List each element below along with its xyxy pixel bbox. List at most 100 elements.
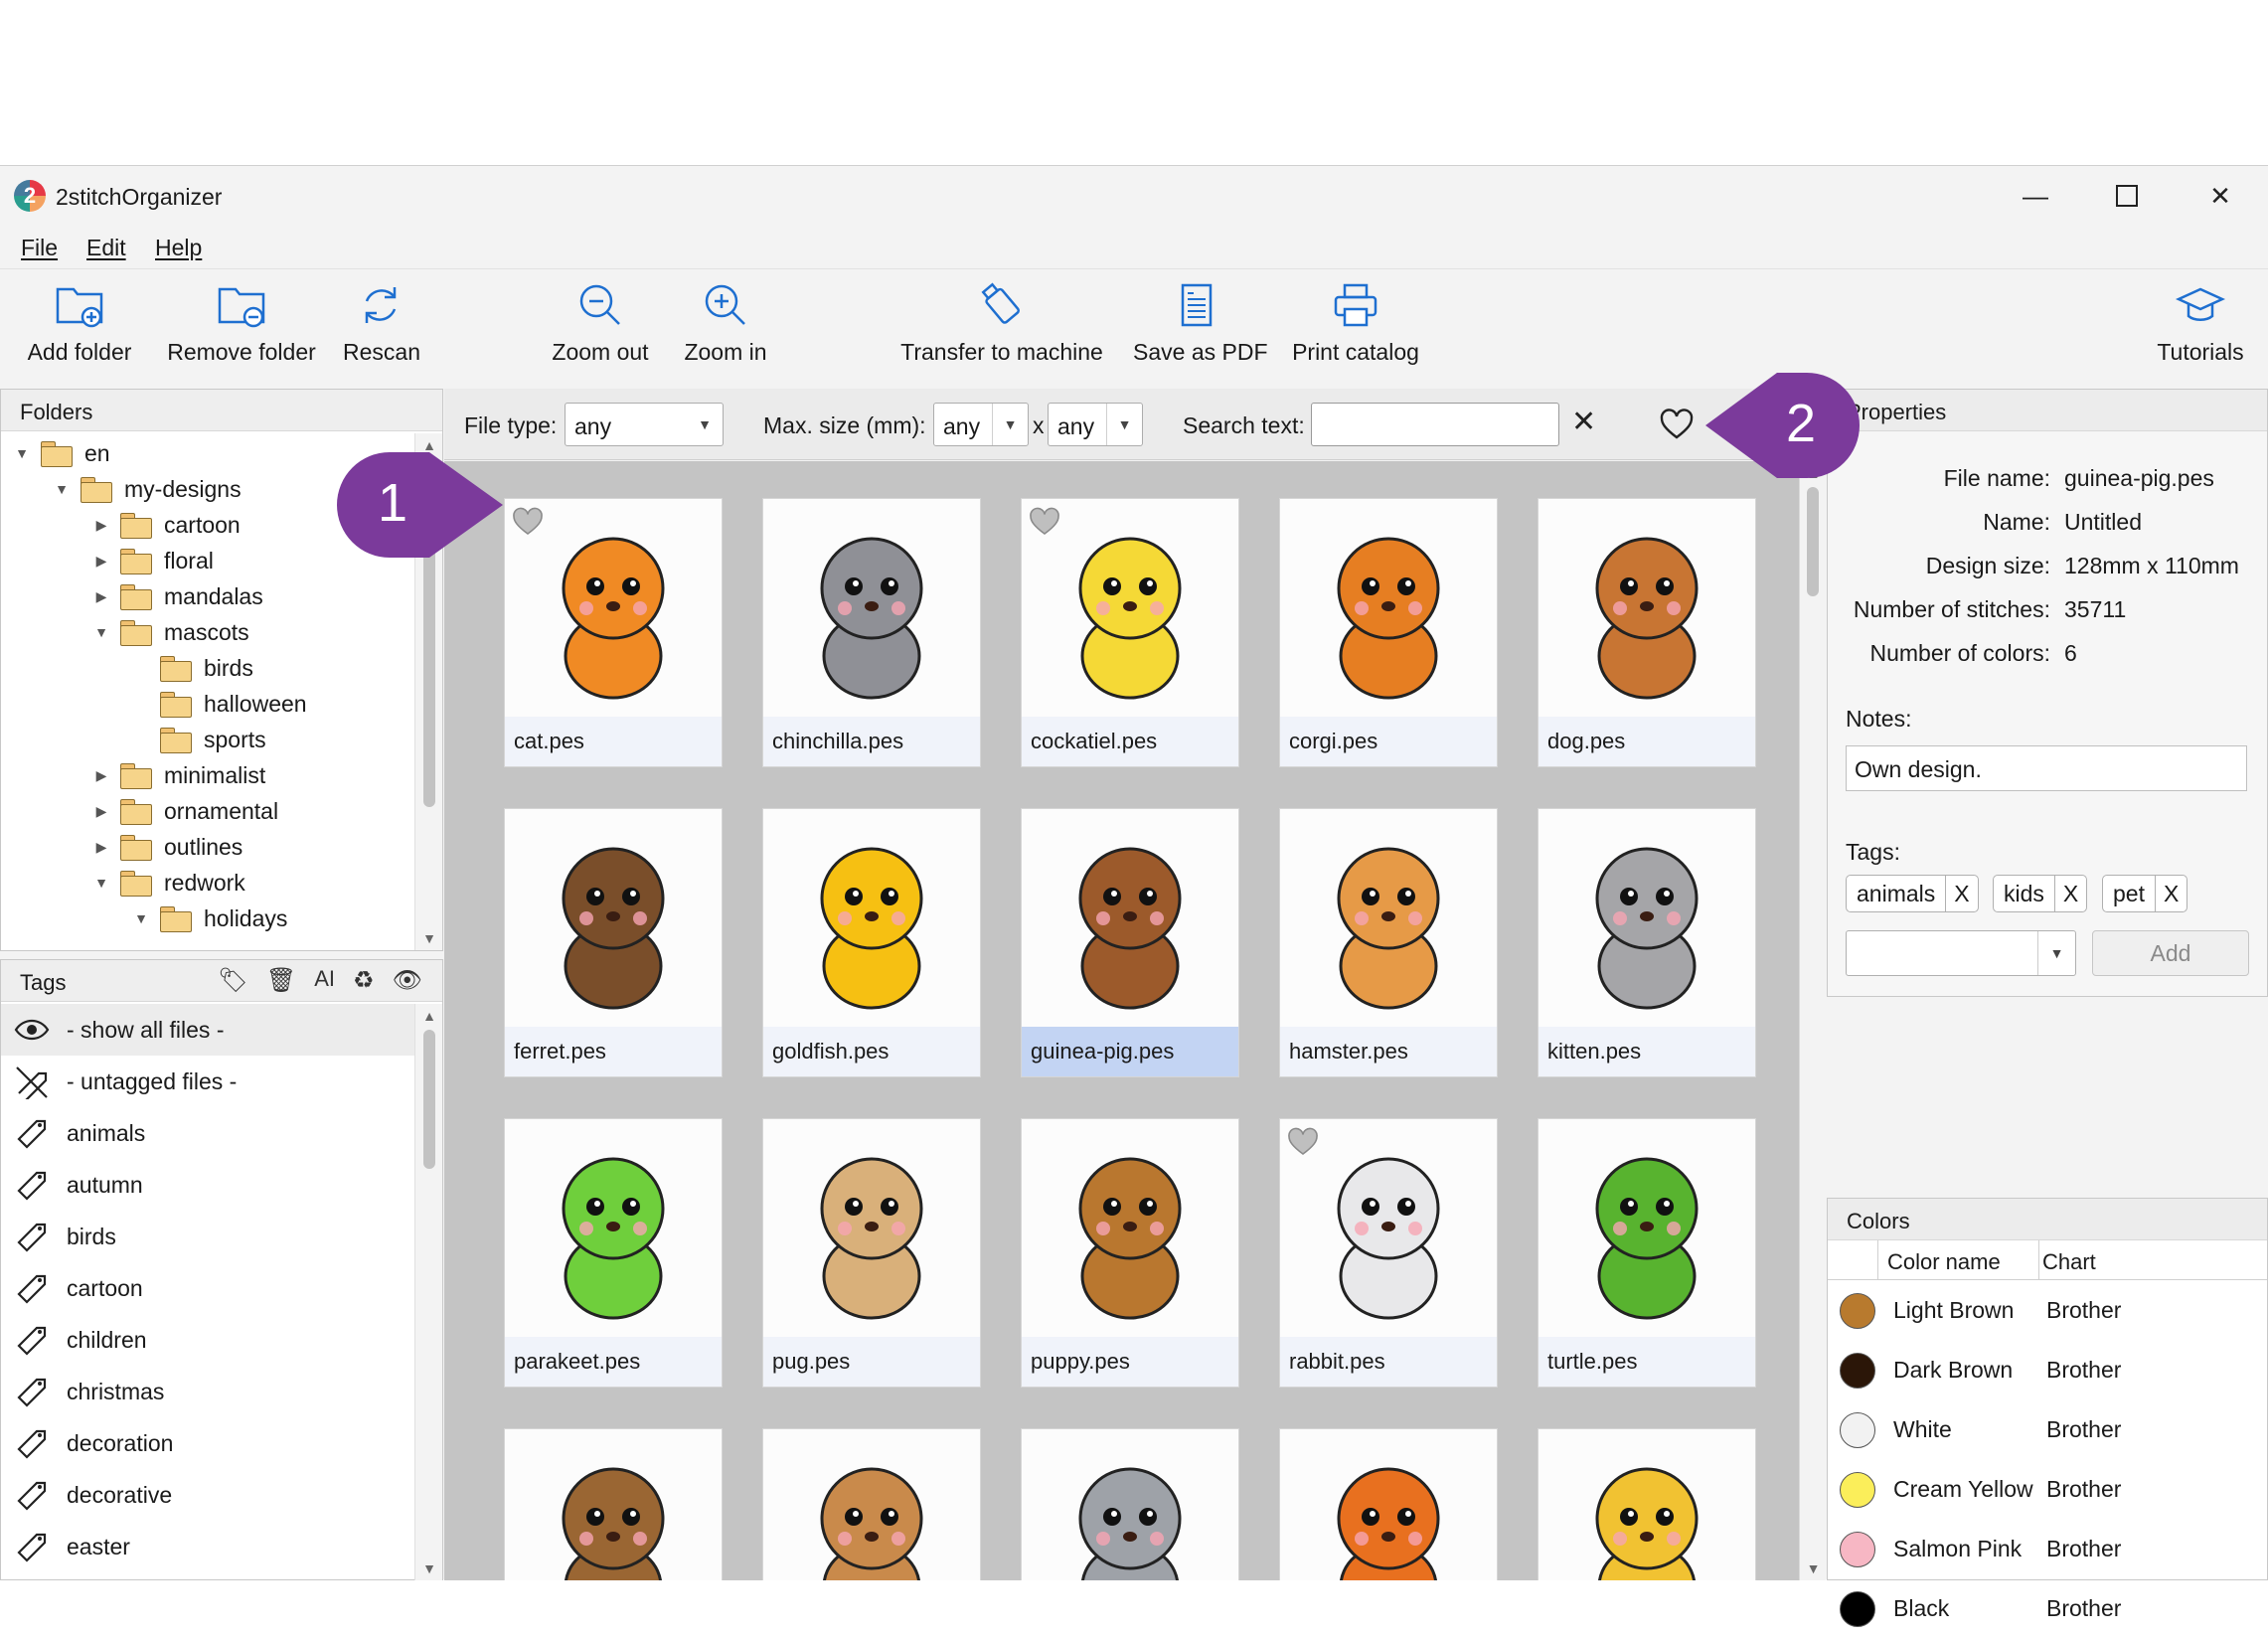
rename-tag-icon[interactable]: AI	[314, 966, 335, 995]
tag-item[interactable]: christmas	[1, 1366, 414, 1417]
tag-item[interactable]: animals	[1, 1107, 414, 1159]
add-tag-select[interactable]: ▼	[1846, 930, 2076, 976]
design-card[interactable]: kitten.pes	[1538, 808, 1756, 1077]
recycle-icon[interactable]: ♻	[353, 966, 375, 995]
zoom-out-button[interactable]: Zoom out	[547, 279, 654, 366]
expanded-arrow-icon[interactable]: ▼	[92, 624, 110, 640]
design-card[interactable]: dog.pes	[1538, 498, 1756, 767]
menu-edit[interactable]: Edit	[86, 235, 126, 261]
design-grid-scrollbar[interactable]: ▲ ▼	[1799, 461, 1826, 1580]
notes-field[interactable]: Own design.	[1846, 745, 2247, 791]
expanded-arrow-icon[interactable]: ▼	[53, 481, 71, 497]
rescan-button[interactable]: Rescan	[343, 279, 420, 366]
design-card[interactable]: turtle.pes	[1538, 1118, 1756, 1388]
scroll-thumb[interactable]	[1807, 487, 1819, 596]
tag-item[interactable]: birds	[1, 1211, 414, 1262]
max-height-select[interactable]: any ▼	[1048, 403, 1143, 446]
color-row[interactable]: Black Brother	[1828, 1578, 2267, 1638]
maximize-button[interactable]	[2097, 176, 2157, 216]
tutorials-button[interactable]: Tutorials	[2153, 279, 2248, 366]
design-card[interactable]: rabbit.pes	[1279, 1118, 1498, 1388]
design-card[interactable]: guinea-pig.pes	[1021, 808, 1239, 1077]
remove-tag-button[interactable]: X	[1945, 876, 1977, 911]
zoom-in-button[interactable]: Zoom in	[680, 279, 771, 366]
scroll-down-arrow[interactable]: ▼	[415, 930, 443, 946]
folder-tree-item[interactable]: ▼ mascots	[92, 614, 249, 650]
tag-item[interactable]: easter	[1, 1521, 414, 1572]
favorite-heart-icon[interactable]	[1286, 1125, 1320, 1157]
color-row[interactable]: Salmon Pink Brother	[1828, 1519, 2267, 1578]
remove-tag-button[interactable]: X	[2154, 876, 2187, 911]
delete-tag-icon[interactable]: 🗑	[266, 966, 296, 995]
design-card[interactable]	[504, 1428, 723, 1580]
scroll-thumb[interactable]	[423, 1030, 435, 1169]
tag-list-scrollbar[interactable]: ▲ ▼	[414, 1004, 442, 1580]
folder-tree-item[interactable]: halloween	[132, 686, 307, 722]
color-name-column-header[interactable]: Color name	[1887, 1249, 2001, 1275]
design-card[interactable]: cockatiel.pes	[1021, 498, 1239, 767]
collapsed-arrow-icon[interactable]: ▶	[92, 553, 110, 570]
tag-item[interactable]: decorative	[1, 1469, 414, 1521]
folder-tree-item[interactable]: ▶ ornamental	[92, 793, 278, 829]
tag-item[interactable]: children	[1, 1314, 414, 1366]
color-row[interactable]: Cream Yellow Brother	[1828, 1459, 2267, 1519]
remove-tag-button[interactable]: X	[2053, 876, 2086, 911]
design-card[interactable]: hamster.pes	[1279, 808, 1498, 1077]
tag-item[interactable]: cartoon	[1, 1262, 414, 1314]
design-card[interactable]: goldfish.pes	[762, 808, 981, 1077]
max-width-select[interactable]: any ▼	[933, 403, 1029, 446]
expanded-arrow-icon[interactable]: ▼	[92, 875, 110, 891]
design-card[interactable]: pug.pes	[762, 1118, 981, 1388]
tag-item[interactable]: autumn	[1, 1159, 414, 1211]
design-card[interactable]	[1021, 1428, 1239, 1580]
add-folder-button[interactable]: Add folder	[22, 279, 137, 366]
folder-tree-item[interactable]: ▶ mandalas	[92, 578, 263, 614]
folder-tree-item[interactable]: ▶ floral	[92, 543, 214, 578]
search-input[interactable]	[1311, 403, 1559, 446]
collapsed-arrow-icon[interactable]: ▶	[92, 839, 110, 856]
collapsed-arrow-icon[interactable]: ▶	[92, 588, 110, 605]
scroll-down-arrow[interactable]: ▼	[415, 1560, 443, 1576]
print-catalog-button[interactable]: Print catalog	[1288, 279, 1423, 366]
tag-untagged[interactable]: - untagged files -	[1, 1056, 414, 1107]
add-tag-button[interactable]: Add	[2092, 930, 2249, 976]
expanded-arrow-icon[interactable]: ▼	[132, 910, 150, 926]
design-card[interactable]	[1279, 1428, 1498, 1580]
design-card[interactable]	[1538, 1428, 1756, 1580]
menu-help[interactable]: Help	[155, 235, 202, 261]
eye-icon[interactable]: 👁	[393, 966, 422, 995]
save-as-pdf-button[interactable]: Save as PDF	[1133, 279, 1268, 366]
remove-folder-button[interactable]: Remove folder	[162, 279, 321, 366]
folder-tree-item[interactable]: birds	[132, 650, 253, 686]
minimize-button[interactable]: —	[2006, 176, 2065, 216]
favorites-filter-heart-icon[interactable]	[1659, 407, 1695, 442]
favorite-heart-icon[interactable]	[511, 505, 545, 537]
chart-column-header[interactable]: Chart	[2042, 1249, 2096, 1275]
collapsed-arrow-icon[interactable]: ▶	[92, 517, 110, 534]
collapsed-arrow-icon[interactable]: ▶	[92, 767, 110, 784]
folder-tree-item[interactable]: ▼ my-designs	[53, 471, 242, 507]
folder-tree-item[interactable]: ▼ redwork	[92, 865, 245, 901]
design-card[interactable]: puppy.pes	[1021, 1118, 1239, 1388]
scroll-down-arrow[interactable]: ▼	[1800, 1560, 1827, 1576]
folder-tree-item[interactable]: ▼ holidays	[132, 901, 287, 936]
folder-tree-item[interactable]: ▼ en	[13, 435, 110, 471]
scroll-up-arrow[interactable]: ▲	[415, 1008, 443, 1024]
design-card[interactable]: corgi.pes	[1279, 498, 1498, 767]
tag-item[interactable]: decoration	[1, 1417, 414, 1469]
expanded-arrow-icon[interactable]: ▼	[13, 445, 31, 461]
design-card[interactable]: chinchilla.pes	[762, 498, 981, 767]
color-row[interactable]: Dark Brown Brother	[1828, 1340, 2267, 1399]
clear-search-icon[interactable]: ✕	[1571, 405, 1596, 439]
design-card[interactable]: parakeet.pes	[504, 1118, 723, 1388]
folder-tree-item[interactable]: sports	[132, 722, 266, 757]
transfer-to-machine-button[interactable]: Transfer to machine	[897, 279, 1106, 366]
close-button[interactable]: ✕	[2190, 176, 2250, 216]
folder-tree-item[interactable]: ▶ outlines	[92, 829, 243, 865]
design-card[interactable]: ferret.pes	[504, 808, 723, 1077]
design-card[interactable]	[762, 1428, 981, 1580]
design-card[interactable]: cat.pes	[504, 498, 723, 767]
new-tag-icon[interactable]: 🏷	[218, 966, 247, 995]
folder-tree-item[interactable]: ▶ minimalist	[92, 757, 265, 793]
favorite-heart-icon[interactable]	[1028, 505, 1061, 537]
